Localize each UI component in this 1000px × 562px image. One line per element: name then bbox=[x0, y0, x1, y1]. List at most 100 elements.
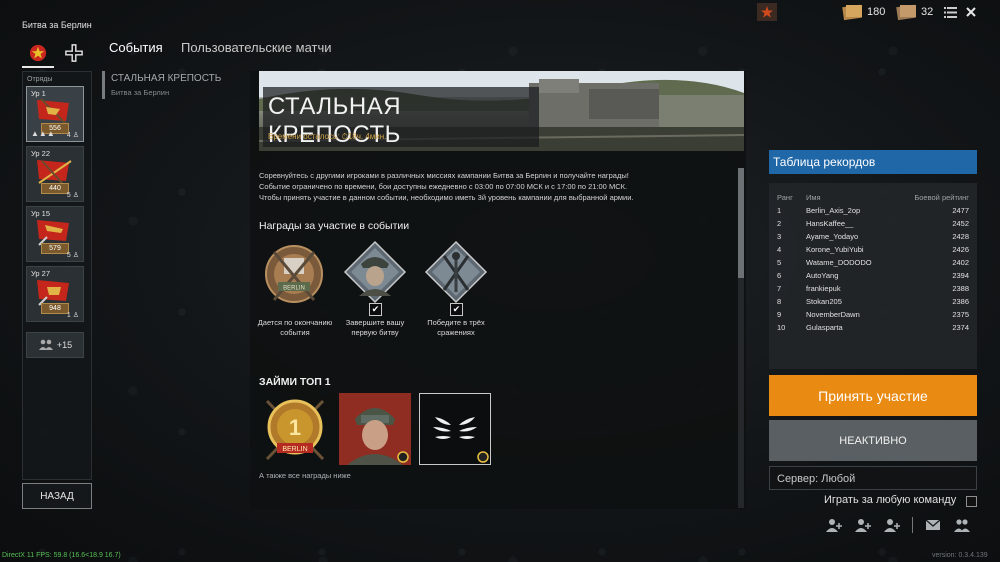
clock-icon bbox=[477, 451, 489, 463]
rating-cell: 2386 bbox=[952, 297, 969, 306]
invite-friend-icon[interactable] bbox=[825, 517, 843, 533]
squad-card-2[interactable]: Ур 22 440 5 ♙ bbox=[26, 146, 84, 202]
rating-cell: 2374 bbox=[952, 323, 969, 332]
leaderboard-row[interactable]: 2 HansKaffee__ 2452 bbox=[769, 219, 977, 232]
medal-text: BERLIN bbox=[283, 286, 305, 292]
soldier-portrait-icon[interactable] bbox=[343, 240, 407, 306]
description-line: Чтобы принять участие в данном событии, … bbox=[259, 193, 634, 202]
top1-medal-icon[interactable]: 1 BERLIN bbox=[259, 393, 331, 465]
player-name-cell: Berlin_Axis_2op bbox=[806, 206, 861, 215]
player-name-cell: NovemberDawn bbox=[806, 310, 860, 319]
leaderboard-row[interactable]: 5 Watame_DODODO 2402 bbox=[769, 258, 977, 271]
leaderboard-row[interactable]: 3 Ayame_Yodayo 2428 bbox=[769, 232, 977, 245]
description-line: Событие ограничено по времени, бои досту… bbox=[259, 182, 628, 191]
squads-panel: Отряды Ур 1 556 ▲▲▲ 4 ♙ Ур 22 440 5 ♙ Ур… bbox=[22, 71, 92, 480]
squad-count: 4 ♙ bbox=[66, 132, 79, 139]
close-icon[interactable] bbox=[966, 7, 976, 17]
iron-cross-icon bbox=[65, 44, 83, 62]
leaderboard-table: Ранг Имя Боевой рейтинг 1 Berlin_Axis_2op… bbox=[769, 183, 977, 369]
leaderboard-row[interactable]: 4 Korone_YubiYubi 2426 bbox=[769, 245, 977, 258]
divider bbox=[912, 517, 913, 533]
squad-count: 5 ♙ bbox=[66, 252, 79, 259]
invite-friend-icon[interactable] bbox=[883, 517, 901, 533]
any-team-label: Играть за любую команду bbox=[824, 494, 957, 506]
wings-emblem-reward[interactable] bbox=[419, 393, 491, 465]
invite-friend-icon[interactable] bbox=[854, 517, 872, 533]
axis-faction-tab[interactable] bbox=[58, 40, 90, 66]
medal-text: BERLIN bbox=[282, 446, 307, 453]
rewards-title: Награды за участие в событии bbox=[259, 220, 410, 232]
berlin-medal-icon[interactable]: BERLIN bbox=[262, 240, 326, 306]
allies-faction-tab[interactable] bbox=[22, 40, 54, 68]
mail-icon[interactable] bbox=[924, 517, 942, 533]
name-header: Имя bbox=[806, 193, 821, 202]
leaderboard-row[interactable]: 9 NovemberDawn 2375 bbox=[769, 310, 977, 323]
rating-cell: 2452 bbox=[952, 219, 969, 228]
player-name-cell: Gulasparta bbox=[806, 323, 843, 332]
player-name-cell: HansKaffee__ bbox=[806, 219, 854, 228]
event-banner: СТАЛЬНАЯ КРЕПОСТЬ Времени осталось: ⏱18ч… bbox=[259, 71, 744, 151]
rank-cell: 3 bbox=[777, 232, 782, 241]
soldier-group-icon: ▲▲▲ bbox=[31, 129, 55, 138]
rating-cell: 2426 bbox=[952, 245, 969, 254]
clock-icon bbox=[397, 451, 409, 463]
event-name: СТАЛЬНАЯ КРЕПОСТЬ bbox=[111, 73, 222, 84]
gold-count: 180 bbox=[867, 6, 886, 18]
squad-power: 579 bbox=[41, 243, 69, 254]
player-name-cell: Stokan205 bbox=[806, 297, 842, 306]
squad-card-4[interactable]: Ур 27 948 1 ♙ bbox=[26, 266, 84, 322]
gold-tickets-icon bbox=[842, 4, 862, 21]
player-name-cell: Korone_YubiYubi bbox=[806, 245, 864, 254]
top1-title: ЗАЙМИ ТОП 1 bbox=[259, 376, 331, 388]
player-name-cell: AutoYang bbox=[806, 271, 839, 280]
more-squads-button[interactable]: +15 bbox=[26, 332, 84, 358]
time-remaining: Времени осталось: ⏱18ч. 4мин. bbox=[268, 132, 387, 141]
event-list-item[interactable]: СТАЛЬНАЯ КРЕПОСТЬ Битва за Берлин bbox=[102, 71, 253, 99]
person-icon: ♙ bbox=[72, 252, 79, 259]
rank-cell: 4 bbox=[777, 245, 782, 254]
scrollbar[interactable] bbox=[738, 168, 744, 508]
weapons-icon[interactable] bbox=[424, 240, 488, 306]
also-rewards-text: А также все награды ниже bbox=[259, 471, 351, 480]
people-group-icon bbox=[38, 339, 53, 350]
rank-cell: 10 bbox=[777, 323, 786, 332]
inactive-button[interactable]: НЕАКТИВНО bbox=[769, 420, 977, 461]
squad-count: 1 ♙ bbox=[66, 312, 79, 319]
menu-list-icon[interactable] bbox=[944, 7, 957, 18]
rank-star-icon[interactable] bbox=[757, 3, 777, 21]
squad-card-1[interactable]: Ур 1 556 ▲▲▲ 4 ♙ bbox=[26, 86, 84, 142]
rank-cell: 2 bbox=[777, 219, 782, 228]
leaderboard-row[interactable]: 8 Stokan205 2386 bbox=[769, 297, 977, 310]
friends-icon[interactable] bbox=[953, 517, 971, 533]
tab-custom-matches[interactable]: Пользовательские матчи bbox=[181, 40, 332, 55]
silver-tickets-icon bbox=[896, 4, 916, 21]
squad-count: 5 ♙ bbox=[66, 192, 79, 199]
soviet-star-icon bbox=[29, 44, 47, 62]
server-selector[interactable]: Сервер: Любой bbox=[769, 466, 977, 490]
event-description: Соревнуйтесь с другими игроками в различ… bbox=[259, 170, 735, 203]
person-icon: ♙ bbox=[72, 132, 79, 139]
rating-cell: 2388 bbox=[952, 284, 969, 293]
player-name-cell: Watame_DODODO bbox=[806, 258, 872, 267]
scroll-thumb[interactable] bbox=[738, 168, 744, 278]
banner-title-box: СТАЛЬНАЯ КРЕПОСТЬ Времени осталось: ⏱18ч… bbox=[263, 87, 539, 148]
back-button[interactable]: НАЗАД bbox=[22, 483, 92, 509]
description-line: Соревнуйтесь с другими игроками в различ… bbox=[259, 171, 629, 180]
leaderboard-title: Таблица рекордов bbox=[769, 150, 977, 174]
leaderboard-row[interactable]: 7 frankiepuk 2388 bbox=[769, 284, 977, 297]
rank-cell: 8 bbox=[777, 297, 782, 306]
leaderboard-row[interactable]: 10 Gulasparta 2374 bbox=[769, 323, 977, 336]
social-toolbar bbox=[825, 517, 971, 533]
completed-checkbox: ✔ bbox=[369, 303, 382, 316]
squad-card-3[interactable]: Ур 15 579 5 ♙ bbox=[26, 206, 84, 262]
leaderboard-row[interactable]: 1 Berlin_Axis_2op 2477 bbox=[769, 206, 977, 219]
leaderboard-row[interactable]: 6 AutoYang 2394 bbox=[769, 271, 977, 284]
rank-cell: 1 bbox=[777, 206, 782, 215]
join-button[interactable]: Принять участие bbox=[769, 375, 977, 416]
player-name-cell: frankiepuk bbox=[806, 284, 841, 293]
silver-count: 32 bbox=[921, 6, 934, 18]
rating-cell: 2402 bbox=[952, 258, 969, 267]
tab-events[interactable]: События bbox=[109, 40, 163, 55]
soldier-avatar-reward[interactable] bbox=[339, 393, 411, 465]
any-team-checkbox[interactable] bbox=[966, 496, 977, 507]
